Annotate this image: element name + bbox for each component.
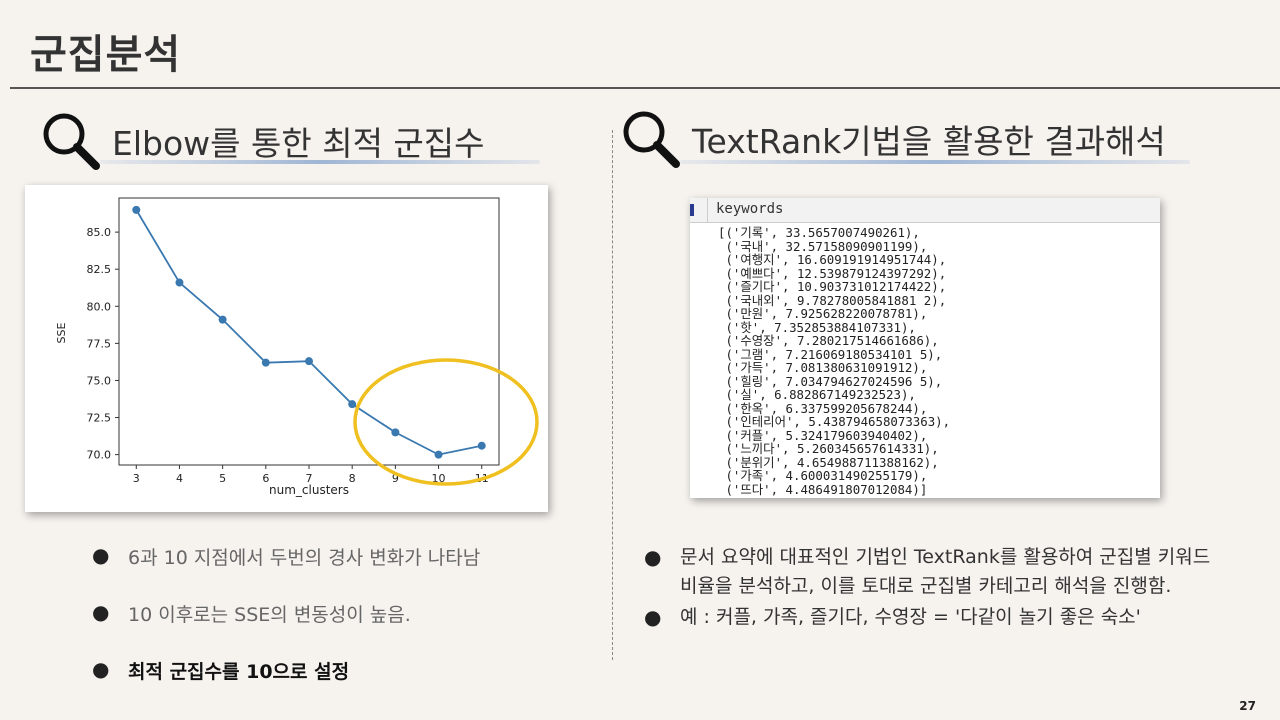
left-heading-text: Elbow를 통한 최적 군집수	[112, 124, 485, 163]
right-heading-text: TextRank기법을 활용한 결과해석	[692, 122, 1166, 161]
data-point	[261, 358, 270, 367]
keyword-line: ('한옥', 6.337599205678244),	[718, 400, 928, 416]
y-axis-label: SSE	[55, 322, 68, 343]
list-item: ● 6과 10 지점에서 두번의 경사 변화가 나타남	[92, 543, 481, 569]
page-number: 27	[1239, 699, 1256, 713]
data-point	[175, 278, 184, 287]
list-item: ● 예 : 커플, 가족, 즐기다, 수영장 = '다같이 놀기 좋은 숙소'	[644, 605, 1141, 629]
keywords-title: keywords	[716, 201, 784, 217]
keyword-line: ('즐기다', 10.903731012174422),	[718, 279, 947, 294]
x-tick-label: 3	[133, 472, 140, 485]
keyword-line: ('커플', 5.324179603940402),	[718, 427, 928, 443]
plot-frame	[118, 197, 500, 466]
keyword-line: ('인테리어', 5.438794658073363),	[718, 414, 951, 429]
keyword-line: ('분위기', 4.654988711388162),	[718, 454, 939, 470]
list-item: ● 문서 요약에 대표적인 기법인 TextRank를 활용하여 군집별 키워드 …	[644, 545, 1211, 597]
title-rule	[10, 87, 1280, 89]
keyword-line: ('만원', 7.925628220078781),	[718, 306, 928, 321]
data-point	[391, 428, 400, 437]
y-tick-label: 80.0	[87, 300, 112, 313]
keyword-line: ('실', 6.882867149232523),	[718, 387, 916, 402]
y-tick-label: 77.5	[87, 337, 112, 350]
keyword-line: ('가족', 4.600031490255179),	[718, 468, 928, 483]
data-point	[434, 450, 443, 459]
keywords-header: keywords	[690, 198, 1160, 223]
keyword-line: ('국내', 32.57158090901199),	[718, 238, 928, 254]
y-tick-label: 70.0	[87, 449, 112, 462]
magnifier-icon	[43, 113, 100, 170]
keyword-line: ('핫', 7.352853884107331),	[718, 319, 916, 335]
y-tick-label: 85.0	[87, 226, 112, 239]
keyword-line: ('국내외', 9.78278005841881 2),	[718, 292, 947, 308]
keyword-line: ('여행지', 16.609191914951744),	[718, 252, 947, 267]
data-point	[218, 315, 227, 324]
keyword-line: ('예쁘다', 12.539879124397292),	[718, 265, 947, 281]
list-item: ● 최적 군집수를 10으로 설정	[92, 657, 350, 683]
x-tick-label: 8	[349, 472, 356, 485]
keyword-line: ('뜨다', 4.486491807012084)]	[718, 481, 928, 497]
list-item: ● 10 이후로는 SSE의 변동성이 높음.	[92, 600, 411, 626]
y-tick-label: 72.5	[87, 412, 112, 425]
magnifier-icon	[623, 111, 680, 168]
keyword-line: [('기록', 33.5657007490261),	[718, 225, 920, 240]
y-tick-label: 82.5	[87, 263, 112, 276]
y-tick-label: 75.0	[87, 374, 112, 387]
right-bullet-list: ● 문서 요약에 대표적인 기법인 TextRank를 활용하여 군집별 키워드 …	[644, 543, 1224, 634]
x-tick-label: 5	[219, 472, 226, 485]
keyword-line: ('느끼다', 5.260345657614331),	[718, 441, 939, 456]
data-point	[132, 205, 141, 214]
elbow-chart: 70.072.575.077.580.082.585.0 3 4 5 6 7 8 9 10 11…	[55, 197, 539, 497]
x-tick-label: 4	[176, 472, 183, 485]
data-point	[348, 400, 357, 409]
keyword-line: ('수영장', 7.280217514661686),	[718, 333, 939, 348]
data-point	[477, 441, 486, 450]
keyword-line: ('힐링', 7.034794627024596 5),	[718, 373, 943, 389]
left-heading-underline	[100, 160, 540, 164]
keywords-output-card: keywords [('기록', 33.5657007490261), ('국내…	[690, 198, 1160, 498]
elbow-chart-card: 70.0 72.5 75.0 77.5 80.0 82.5 85.0 3 4 5 6 7 8 9 10 11…	[25, 185, 548, 512]
keywords-list: [('기록', 33.5657007490261), ('국내', 32.571…	[718, 226, 950, 496]
keyword-line: ('그램', 7.216069180534101 5),	[718, 346, 943, 362]
x-axis-label: num_clusters	[269, 483, 349, 497]
cell-marker	[690, 204, 694, 216]
data-point	[305, 357, 313, 366]
section-divider	[612, 130, 613, 660]
keyword-line: ('가득', 7.081380631091912),	[718, 360, 928, 375]
slide-title: 군집분석	[30, 32, 182, 78]
right-heading-underline	[680, 160, 1190, 164]
left-bullet-list: ● 6과 10 지점에서 두번의 경사 변화가 나타남 ● 10 이후로는 SSE의…	[92, 543, 480, 714]
